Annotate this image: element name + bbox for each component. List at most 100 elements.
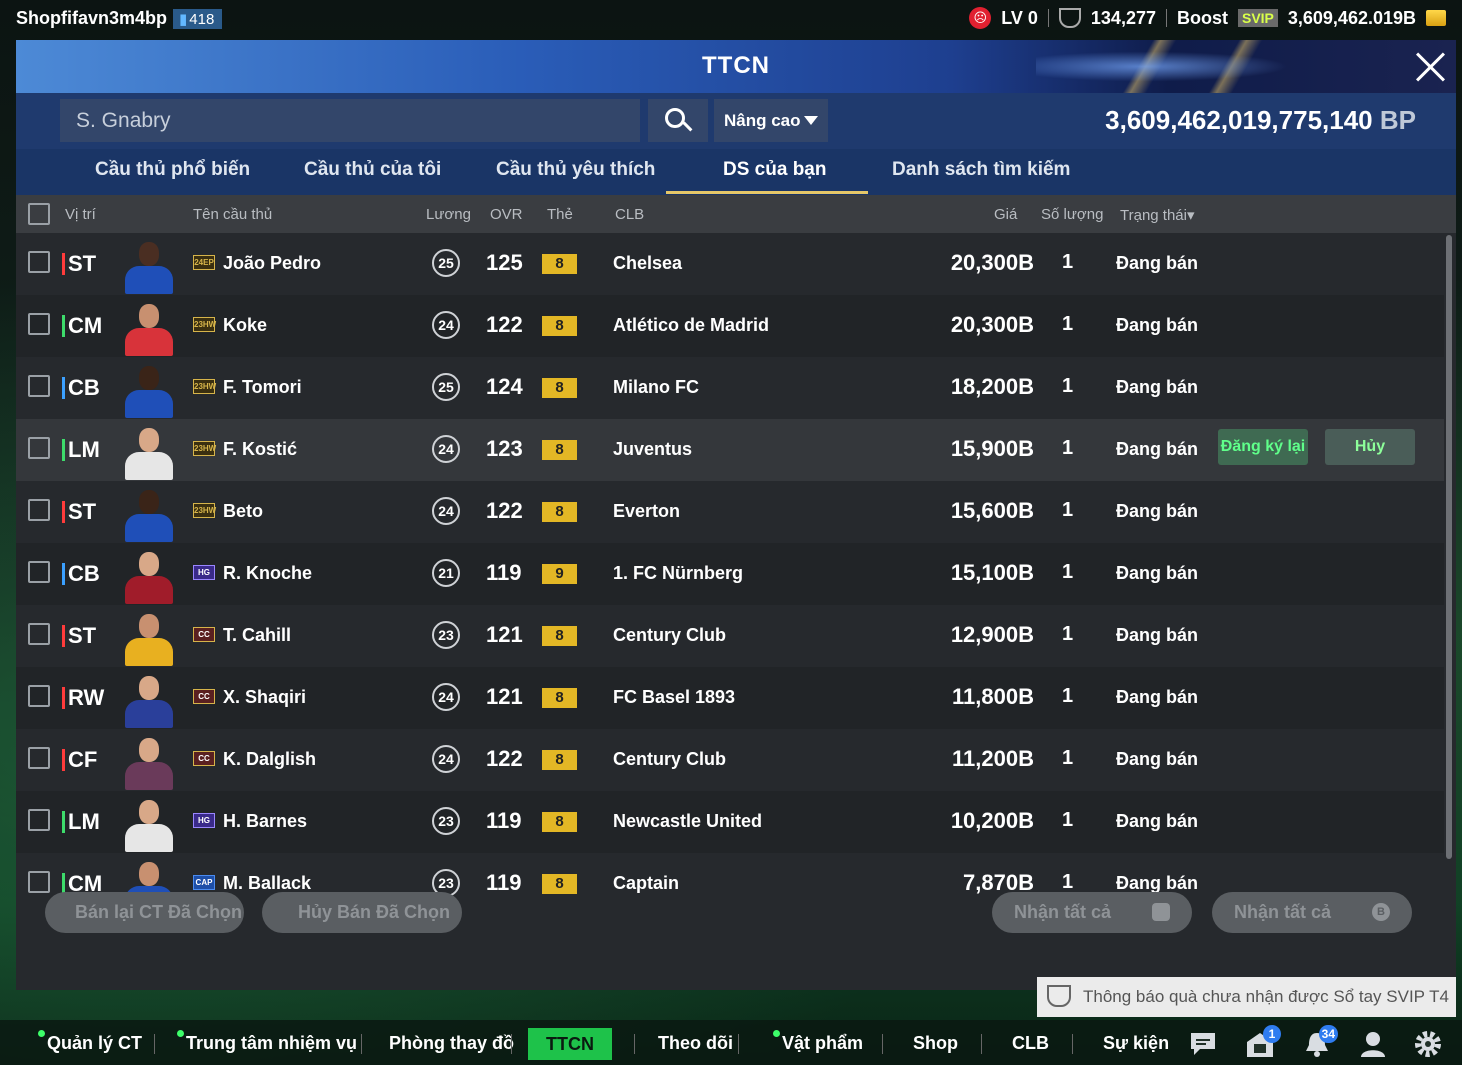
account-info[interactable]: Shopfifavn3m4bp ▮ 418: [16, 8, 223, 29]
player-name[interactable]: F. Tomori: [223, 377, 302, 398]
row-checkbox[interactable]: [28, 313, 50, 335]
mailbox-icon[interactable]: 1: [1245, 1025, 1281, 1058]
table-row[interactable]: LM HG H. Barnes 23 119 8 Newcastle Unite…: [16, 791, 1444, 853]
player-name[interactable]: H. Barnes: [223, 811, 307, 832]
table-row[interactable]: CM 23HW Koke 24 122 8 Atlético de Madrid…: [16, 295, 1444, 357]
tab-popular-players[interactable]: Cầu thủ phổ biến: [95, 159, 250, 181]
row-checkbox[interactable]: [28, 747, 50, 769]
player-name[interactable]: João Pedro: [223, 253, 321, 274]
bp-unit: BP: [1379, 105, 1416, 135]
row-checkbox[interactable]: [28, 251, 50, 273]
row-checkbox[interactable]: [28, 437, 50, 459]
nav-divider: [511, 1034, 512, 1054]
player-club: Century Club: [613, 749, 727, 769]
nav-item-1[interactable]: Trung tâm nhiệm vụ: [177, 1030, 357, 1054]
boost-label[interactable]: Boost: [1177, 8, 1228, 29]
nav-item-label: CLB: [1012, 1033, 1049, 1053]
window-title: TTCN: [702, 52, 770, 79]
svip-badge[interactable]: SVIP: [1237, 9, 1278, 27]
player-name[interactable]: Beto: [223, 501, 263, 522]
table-row[interactable]: CB HG R. Knoche 21 119 9 1. FC Nürnberg …: [16, 543, 1444, 605]
player-name[interactable]: M. Ballack: [223, 873, 311, 894]
nav-divider: [634, 1034, 635, 1054]
player-position: CB: [62, 561, 100, 587]
tab-my-listings[interactable]: DS của bạn: [723, 159, 826, 181]
nav-item-label: Vật phẩm: [782, 1033, 864, 1053]
row-checkbox[interactable]: [28, 499, 50, 521]
select-all-checkbox[interactable]: [28, 203, 50, 225]
row-checkbox[interactable]: [28, 375, 50, 397]
player-position: CB: [62, 375, 100, 401]
table-row[interactable]: ST CC T. Cahill 23 121 8 Century Club 12…: [16, 605, 1444, 667]
listing-quantity: 1: [1062, 251, 1074, 273]
player-name[interactable]: R. Knoche: [223, 563, 312, 584]
salary-badge: 24: [432, 683, 460, 711]
listing-quantity: 1: [1062, 871, 1074, 893]
nav-item-5[interactable]: Vật phẩm: [773, 1030, 864, 1054]
row-checkbox[interactable]: [28, 809, 50, 831]
player-position: RW: [62, 685, 104, 711]
player-name[interactable]: T. Cahill: [223, 625, 291, 646]
close-icon[interactable]: [1414, 50, 1448, 84]
listing-price: 20,300B: [950, 312, 1034, 337]
player-name[interactable]: Koke: [223, 315, 267, 336]
search-input[interactable]: S. Gnabry: [60, 99, 640, 142]
cancel-selected-button[interactable]: Hủy Bán Đã Chọn: [262, 892, 462, 933]
nav-item-2[interactable]: Phòng thay đồ: [389, 1033, 514, 1054]
col-price: Giá: [994, 206, 1018, 223]
table-row[interactable]: CB 23HW F. Tomori 25 124 8 Milano FC 18,…: [16, 357, 1444, 419]
nav-item-7[interactable]: CLB: [1012, 1033, 1049, 1054]
chat-icon[interactable]: [1188, 1030, 1218, 1058]
table-row[interactable]: LM 23HW F. Kostić 24 123 8 Juventus 15,9…: [16, 419, 1444, 481]
player-club: Atlético de Madrid: [613, 315, 770, 335]
row-checkbox[interactable]: [28, 685, 50, 707]
tab-search-list[interactable]: Danh sách tìm kiếm: [892, 159, 1070, 181]
nav-item-4[interactable]: Theo dõi: [658, 1033, 733, 1054]
listing-price: 15,100B: [950, 560, 1034, 585]
claim-all-button-2[interactable]: Nhận tất cả B: [1212, 892, 1412, 933]
table-row[interactable]: ST 23HW Beto 24 122 8 Everton 15,600B 1 …: [16, 481, 1444, 543]
nav-item-3[interactable]: TTCN: [528, 1028, 612, 1060]
row-checkbox[interactable]: [28, 623, 50, 645]
profile-icon[interactable]: [1358, 1030, 1388, 1058]
advanced-filter-dropdown[interactable]: Nâng cao: [714, 99, 828, 142]
nav-item-label: Quản lý CT: [47, 1033, 143, 1053]
listing-quantity: 1: [1062, 375, 1074, 397]
player-ovr: 122: [486, 746, 523, 771]
scrollbar[interactable]: [1446, 235, 1452, 859]
nav-item-0[interactable]: Quản lý CT: [38, 1030, 143, 1054]
bell-icon[interactable]: 34: [1302, 1025, 1338, 1058]
season-badge-icon: CC: [193, 689, 215, 704]
settings-gear-icon[interactable]: [1413, 1030, 1443, 1058]
nav-item-8[interactable]: Sự kiện: [1103, 1033, 1169, 1054]
row-checkbox[interactable]: [28, 871, 50, 893]
salary-badge: 23: [432, 807, 460, 835]
player-avatar: [121, 238, 177, 294]
tab-my-players[interactable]: Cầu thủ của tôi: [304, 159, 441, 181]
claim-all-button-1[interactable]: Nhận tất cả: [992, 892, 1192, 933]
col-position: Vị trí: [65, 206, 96, 223]
trophy-icon: [1058, 8, 1081, 28]
tab-favorite-players[interactable]: Cầu thủ yêu thích: [496, 159, 655, 181]
nav-item-6[interactable]: Shop: [913, 1033, 958, 1054]
listing-status: Đang bán: [1116, 873, 1199, 893]
table-row[interactable]: ST 24EP João Pedro 25 125 8 Chelsea 20,3…: [16, 233, 1444, 295]
listing-quantity: 1: [1062, 561, 1074, 583]
row-checkbox[interactable]: [28, 561, 50, 583]
table-row[interactable]: CF CC K. Dalglish 24 122 8 Century Club …: [16, 729, 1444, 791]
tab-bar: Cầu thủ phổ biến Cầu thủ của tôi Cầu thủ…: [16, 149, 1456, 195]
col-ovr: OVR: [490, 206, 523, 223]
search-button[interactable]: [648, 99, 708, 142]
relist-button[interactable]: Đăng ký lại: [1218, 429, 1308, 465]
nav-divider: [738, 1034, 739, 1054]
player-name[interactable]: K. Dalglish: [223, 749, 316, 770]
cancel-listing-button[interactable]: Hủy: [1325, 429, 1415, 465]
player-name[interactable]: F. Kostić: [223, 439, 297, 460]
player-club: Century Club: [613, 625, 727, 645]
player-ovr: 125: [486, 250, 523, 275]
col-status-sort[interactable]: Trạng thái▾: [1120, 206, 1195, 224]
table-row[interactable]: RW CC X. Shaqiri 24 121 8 FC Basel 1893 …: [16, 667, 1444, 729]
gift-notice-banner[interactable]: Thông báo quà chưa nhận được Sổ tay SVIP…: [1037, 977, 1456, 1017]
resell-selected-button[interactable]: Bán lại CT Đã Chọn: [45, 892, 244, 933]
player-name[interactable]: X. Shaqiri: [223, 687, 306, 708]
